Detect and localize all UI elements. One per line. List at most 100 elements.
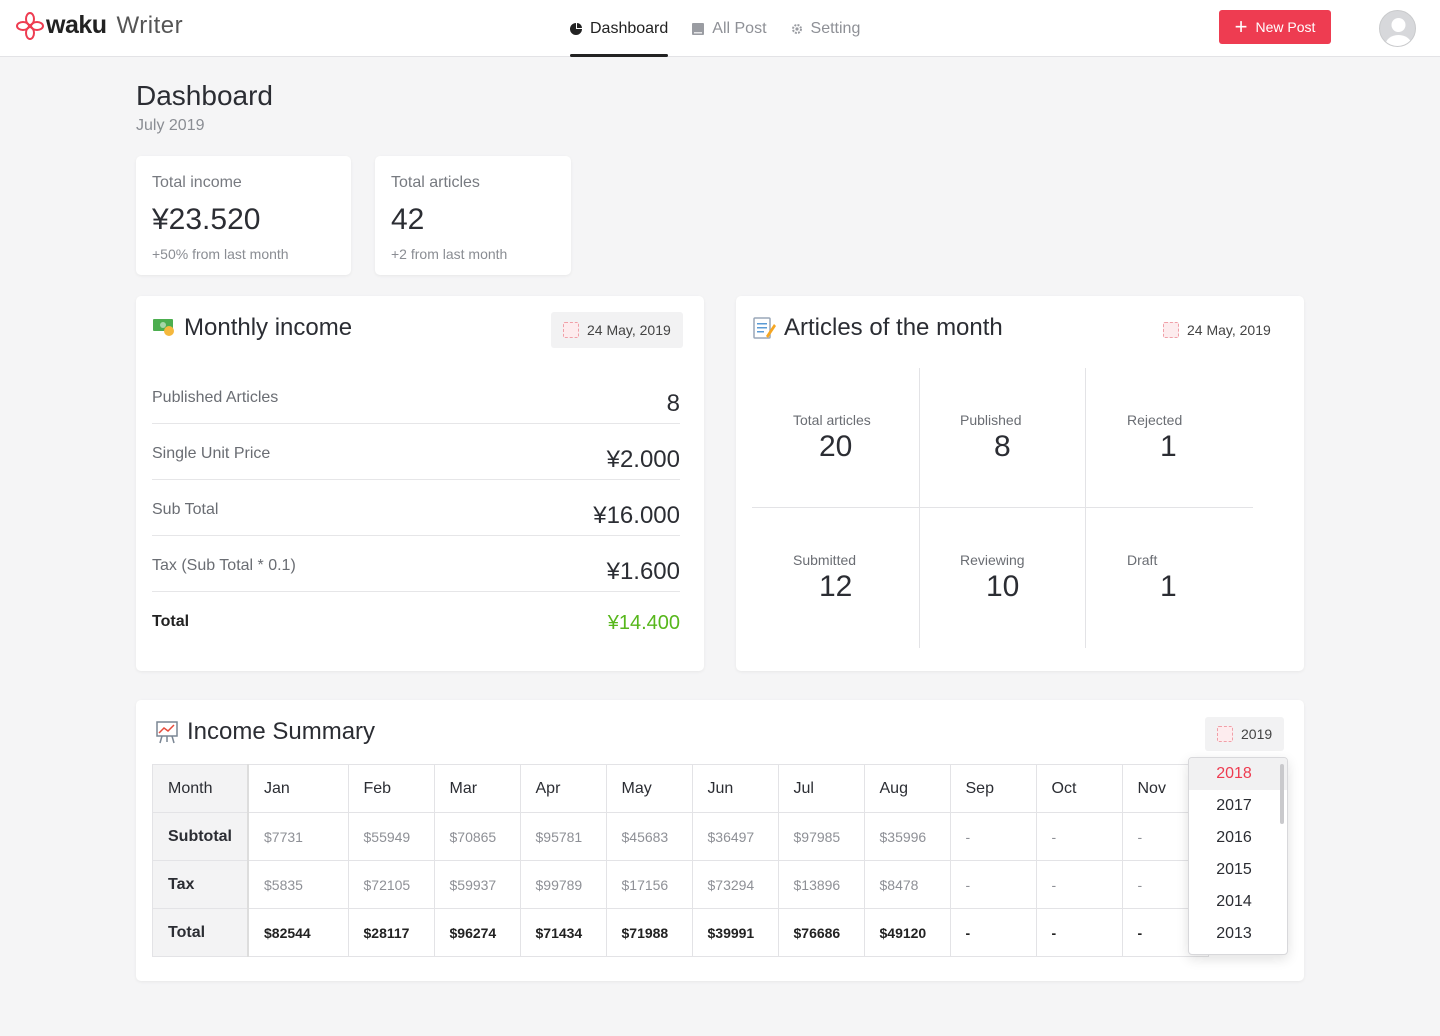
table-cell: $96274 [433,908,521,957]
pie-chart-icon [570,22,582,35]
income-row-value: ¥16.000 [593,502,680,529]
column-header: Sep [949,764,1037,813]
calendar-icon [563,322,579,338]
articles-of-month-card: Articles of the month 24 May, 2019 Total… [736,296,1304,671]
stat-value: ¥23.520 [152,203,261,236]
column-header: Month [152,764,249,813]
income-row: Single Unit Price ¥2.000 [152,424,680,480]
table-cell: - [949,860,1037,909]
date-label: 24 May, 2019 [1187,322,1271,338]
table-cell: $72105 [347,860,435,909]
gear-icon [791,23,802,34]
tab-dashboard-label: Dashboard [590,19,669,37]
year-option[interactable]: 2014 [1189,886,1287,918]
stat-label: Total articles [391,174,480,191]
card-title-text: Articles of the month [784,314,1003,341]
income-row-label: Total [152,613,190,630]
column-header: Oct [1035,764,1123,813]
brand-subtitle: Writer [116,11,184,39]
income-summary-table: Month Jan Feb Mar Apr May Jun Jul Aug Se… [152,764,1209,957]
article-stat-value: 8 [994,430,1011,463]
stat-value: 42 [391,203,425,236]
table-cell: $95781 [519,812,607,861]
brand-name: waku [46,11,107,39]
table-cell: $82544 [247,908,349,957]
year-option[interactable]: 2015 [1189,854,1287,886]
year-option[interactable]: 2017 [1189,790,1287,822]
article-stat-cell: Total articles 20 [752,368,919,508]
dropdown-scrollbar[interactable] [1280,764,1284,824]
income-summary-card: Income Summary 2019 Month Jan Feb Mar Ap… [136,700,1304,981]
income-row-label: Tax (Sub Total * 0.1) [152,557,296,574]
date-picker[interactable]: 24 May, 2019 [1151,312,1283,348]
tab-setting[interactable]: Setting [791,0,861,57]
year-option[interactable]: 2016 [1189,822,1287,854]
table-cell: $70865 [433,812,521,861]
top-navigation-bar: waku Writer Dashboard All Post Setting +… [0,0,1440,57]
table-cell: $5835 [247,860,349,909]
total-income-card: Total income ¥23.520 +50% from last mont… [136,156,351,275]
article-stat-label: Submitted [793,552,857,568]
income-row-value: 8 [666,390,680,417]
tab-dashboard[interactable]: Dashboard [570,0,669,57]
column-header: Aug [863,764,951,813]
avatar[interactable] [1379,10,1416,47]
tab-all-post[interactable]: All Post [692,0,767,57]
income-row: Sub Total ¥16.000 [152,480,680,536]
article-stat-value: 12 [819,570,853,603]
year-label: 2019 [1241,726,1273,742]
main-nav: Dashboard All Post Setting [570,0,884,57]
tab-setting-label: Setting [810,19,861,37]
column-header: Feb [347,764,435,813]
articles-stats-grid: Total articles 20 Published 8 Rejected 1… [752,368,1253,648]
year-picker[interactable]: 2019 [1205,717,1285,751]
new-post-button[interactable]: + New Post [1219,10,1331,44]
income-row: Published Articles 8 [152,368,680,424]
brand-logo[interactable]: waku Writer [16,11,183,40]
income-row-label: Single Unit Price [152,445,271,462]
article-stat-value: 1 [1160,570,1177,603]
table-cell: - [1035,908,1123,957]
money-icon [153,319,174,336]
table-row: Tax $5835 $72105 $59937 $99789 $17156 $7… [152,860,1209,909]
page-title: Dashboard [136,80,273,111]
table-cell: $76686 [777,908,865,957]
table-cell: $71434 [519,908,607,957]
table-cell: $49120 [863,908,951,957]
chart-easel-icon [156,721,178,744]
year-dropdown-menu[interactable]: 2018 2017 2016 2015 2014 2013 [1188,757,1288,955]
income-row-value: ¥2.000 [606,446,680,473]
calendar-icon [1217,726,1233,742]
column-header: Jul [777,764,865,813]
monthly-income-title: Monthly income [152,314,352,342]
table-cell: $73294 [691,860,779,909]
table-cell: $71988 [605,908,693,957]
row-header: Subtotal [152,812,249,861]
table-cell: - [949,812,1037,861]
table-cell: $13896 [777,860,865,909]
income-row: Tax (Sub Total * 0.1) ¥1.600 [152,536,680,592]
table-cell: $39991 [691,908,779,957]
column-header: Mar [433,764,521,813]
date-picker[interactable]: 24 May, 2019 [551,312,683,348]
table-header-row: Month Jan Feb Mar Apr May Jun Jul Aug Se… [152,764,1209,813]
table-row: Total $82544 $28117 $96274 $71434 $71988… [152,908,1209,957]
total-articles-card: Total articles 42 +2 from last month [375,156,571,275]
table-cell: $35996 [863,812,951,861]
card-title-text: Monthly income [184,314,353,341]
income-total-value: ¥14.400 [607,612,680,634]
year-option[interactable]: 2013 [1189,918,1287,950]
stat-change: +50% from last month [152,246,289,262]
table-cell: $17156 [605,860,693,909]
table-cell: $99789 [519,860,607,909]
article-stat-cell: Submitted 12 [752,508,919,648]
article-stat-cell: Draft 1 [1085,508,1252,648]
user-silhouette-icon [1385,18,1412,46]
monthly-income-card: Monthly income 24 May, 2019 Published Ar… [136,296,704,671]
table-row: Subtotal $7731 $55949 $70865 $95781 $456… [152,812,1209,861]
article-stat-label: Rejected [1127,412,1183,428]
income-row-label: Published Articles [152,389,279,406]
row-header: Total [152,908,249,957]
year-option[interactable]: 2018 [1189,758,1287,790]
article-stat-cell: Published 8 [919,368,1086,508]
